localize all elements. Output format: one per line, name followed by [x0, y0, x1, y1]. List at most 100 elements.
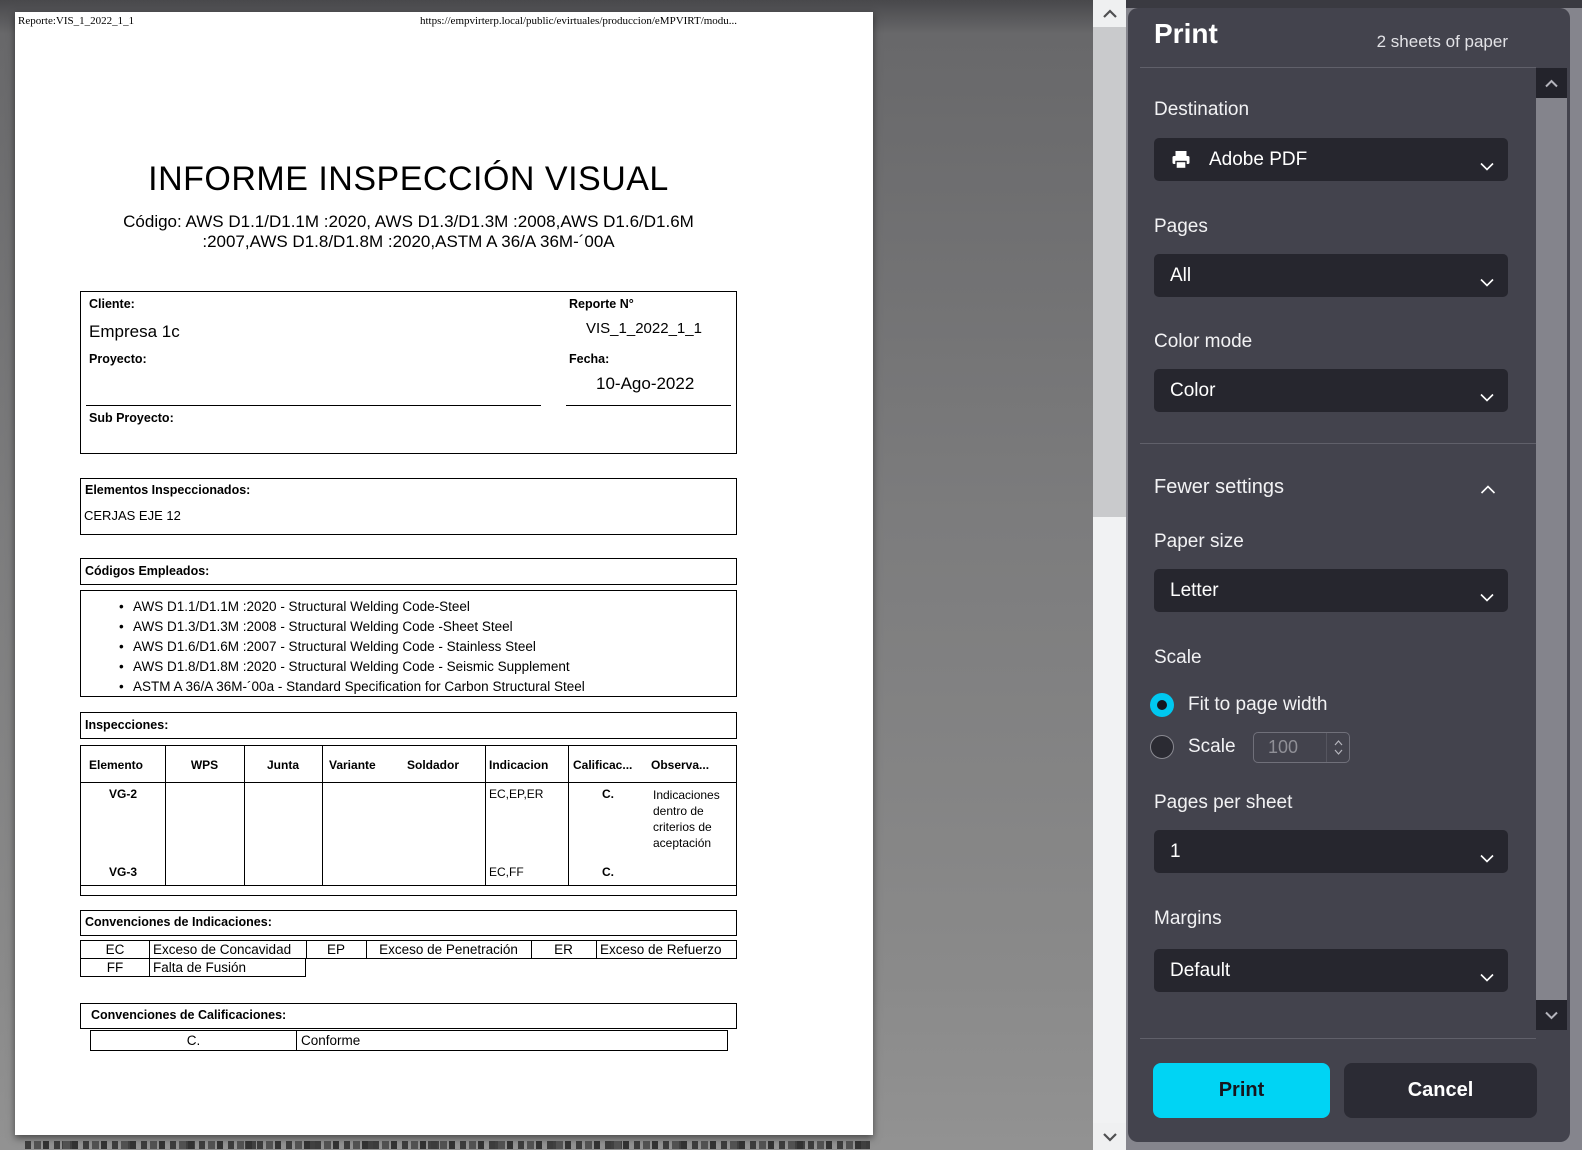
- scale-radio-label[interactable]: Scale: [1188, 736, 1236, 758]
- destination-value: Adobe PDF: [1209, 149, 1307, 171]
- report-number-value: VIS_1_2022_1_1: [586, 320, 702, 337]
- document-title: INFORME INSPECCIÓN VISUAL: [148, 160, 669, 198]
- indication-conventions-label: Convenciones de Indicaciones:: [85, 915, 272, 929]
- code-list-item: AWS D1.8/D1.8M :2020 - Structural Weldin…: [81, 657, 736, 677]
- paper-size-label: Paper size: [1154, 531, 1244, 553]
- paper-size-value: Letter: [1170, 580, 1219, 602]
- codes-list-box: AWS D1.1/D1.1M :2020 - Structural Weldin…: [80, 590, 737, 697]
- fit-to-page-width-radio[interactable]: [1150, 693, 1174, 717]
- stepper-up-icon[interactable]: [1334, 740, 1343, 746]
- date-value: 10-Ago-2022: [596, 374, 694, 394]
- color-mode-value: Color: [1170, 380, 1215, 402]
- col-header-observacion: Observa...: [651, 758, 709, 772]
- color-mode-dropdown[interactable]: Color: [1154, 369, 1508, 412]
- code-list-item: AWS D1.1/D1.1M :2020 - Structural Weldin…: [81, 597, 736, 617]
- conv-code: EP: [306, 942, 366, 957]
- chevron-down-icon: [1480, 155, 1494, 177]
- col-header-indicacion: Indicacion: [489, 758, 548, 772]
- inspections-table: Elemento WPS Junta Variante Soldador Ind…: [80, 745, 737, 896]
- scale-value-input[interactable]: 100: [1253, 732, 1350, 763]
- divider: [1140, 443, 1536, 444]
- pages-value: All: [1170, 265, 1191, 287]
- chevron-down-icon: [1480, 966, 1494, 988]
- margins-value: Default: [1170, 960, 1230, 982]
- chevron-down-icon: [1102, 1132, 1118, 1142]
- col-header-calificacion: Calificac...: [573, 758, 632, 772]
- chevron-down-icon: [1480, 847, 1494, 869]
- chevron-up-icon[interactable]: [1480, 482, 1496, 500]
- inspected-elements-box: Elementos Inspeccionados: CERJAS EJE 12: [80, 478, 737, 535]
- qualification-conventions-label: Convenciones de Calificaciones:: [91, 1008, 286, 1022]
- conv-desc: Exceso de Refuerzo: [600, 942, 722, 957]
- chevron-down-icon: [1544, 1011, 1559, 1020]
- inspected-elements-label: Elementos Inspeccionados:: [85, 483, 250, 497]
- client-info-box: Cliente: Empresa 1c Proyecto: Sub Proyec…: [80, 291, 737, 454]
- report-number-label: Reporte N°: [569, 297, 634, 311]
- conv-desc: Exceso de Penetración: [366, 942, 531, 957]
- divider: [1140, 67, 1536, 68]
- scale-stepper[interactable]: [1326, 733, 1349, 762]
- page-header-url: https://empvirterp.local/public/evirtual…: [420, 15, 737, 27]
- pages-dropdown[interactable]: All: [1154, 254, 1508, 297]
- scroll-down-button[interactable]: [1093, 1123, 1126, 1150]
- print-panel: Print 2 sheets of paper Destination Adob…: [1128, 8, 1570, 1142]
- pages-per-sheet-label: Pages per sheet: [1154, 792, 1292, 814]
- preview-scrollbar-thumb[interactable]: [1093, 27, 1126, 517]
- row-elemento: VG-3: [81, 865, 165, 879]
- conv-desc: Falta de Fusión: [153, 960, 246, 975]
- margins-label: Margins: [1154, 908, 1222, 930]
- code-line-1: Código: AWS D1.1/D1.1M :2020, AWS D1.3/D…: [80, 212, 737, 232]
- chevron-up-icon: [1544, 79, 1559, 88]
- destination-dropdown[interactable]: Adobe PDF: [1154, 138, 1508, 181]
- color-mode-label: Color mode: [1154, 331, 1252, 353]
- codes-label: Códigos Empleados:: [85, 564, 209, 578]
- scale-value: 100: [1268, 737, 1298, 758]
- codes-list: AWS D1.1/D1.1M :2020 - Structural Weldin…: [81, 597, 736, 697]
- code-list-item: AWS D1.6/D1.6M :2007 - Structural Weldin…: [81, 637, 736, 657]
- chevron-down-icon: [1480, 271, 1494, 293]
- chevron-down-icon: [1480, 386, 1494, 408]
- margins-dropdown[interactable]: Default: [1154, 949, 1508, 992]
- fit-to-page-width-label[interactable]: Fit to page width: [1188, 694, 1327, 716]
- row-indicacion: EC,FF: [489, 865, 524, 879]
- row-calificacion: C.: [568, 787, 648, 801]
- codes-label-box: Códigos Empleados:: [80, 558, 737, 585]
- date-underline: [566, 405, 731, 406]
- chevron-up-icon: [1102, 9, 1118, 19]
- qualification-conventions-label-box: Convenciones de Calificaciones:: [80, 1003, 737, 1029]
- row-observacion: Indicaciones dentro de criterios de acep…: [653, 787, 735, 851]
- client-value: Empresa 1c: [89, 322, 180, 342]
- date-label: Fecha:: [569, 352, 609, 366]
- screen: Reporte:VIS_1_2022_1_1 https://empvirter…: [0, 0, 1582, 1150]
- stepper-down-icon[interactable]: [1334, 749, 1343, 755]
- col-header-elemento: Elemento: [89, 758, 143, 772]
- code-list-item: AWS D1.3/D1.3M :2008 - Structural Weldin…: [81, 617, 736, 637]
- chevron-down-icon: [1480, 586, 1494, 608]
- fewer-settings-toggle[interactable]: Fewer settings: [1154, 476, 1284, 499]
- client-label: Cliente:: [89, 297, 135, 311]
- qual-code: C.: [91, 1033, 296, 1048]
- scroll-up-button[interactable]: [1093, 0, 1126, 27]
- preview-scrollbar[interactable]: [1093, 0, 1126, 1150]
- code-list-item: ASTM A 36/A 36M-´00a - Standard Specific…: [81, 677, 736, 697]
- scale-radio[interactable]: [1150, 735, 1174, 759]
- print-button[interactable]: Print: [1153, 1063, 1330, 1118]
- inspections-label: Inspecciones:: [85, 718, 168, 732]
- panel-scrollbar[interactable]: [1536, 68, 1567, 1030]
- project-underline: [86, 405, 541, 406]
- scale-section-label: Scale: [1154, 647, 1202, 669]
- divider: [1140, 1038, 1536, 1039]
- qual-desc: Conforme: [301, 1033, 360, 1048]
- pages-per-sheet-dropdown[interactable]: 1: [1154, 830, 1508, 873]
- pages-label: Pages: [1154, 216, 1208, 238]
- pages-per-sheet-value: 1: [1170, 841, 1181, 863]
- destination-label: Destination: [1154, 99, 1249, 121]
- panel-scroll-down-button[interactable]: [1536, 1000, 1567, 1030]
- conv-code: ER: [531, 942, 596, 957]
- cancel-button[interactable]: Cancel: [1344, 1063, 1537, 1118]
- subproject-label: Sub Proyecto:: [89, 411, 174, 425]
- panel-title: Print: [1154, 18, 1218, 50]
- sheets-info: 2 sheets of paper: [1377, 32, 1508, 52]
- paper-size-dropdown[interactable]: Letter: [1154, 569, 1508, 612]
- panel-scroll-up-button[interactable]: [1536, 68, 1567, 98]
